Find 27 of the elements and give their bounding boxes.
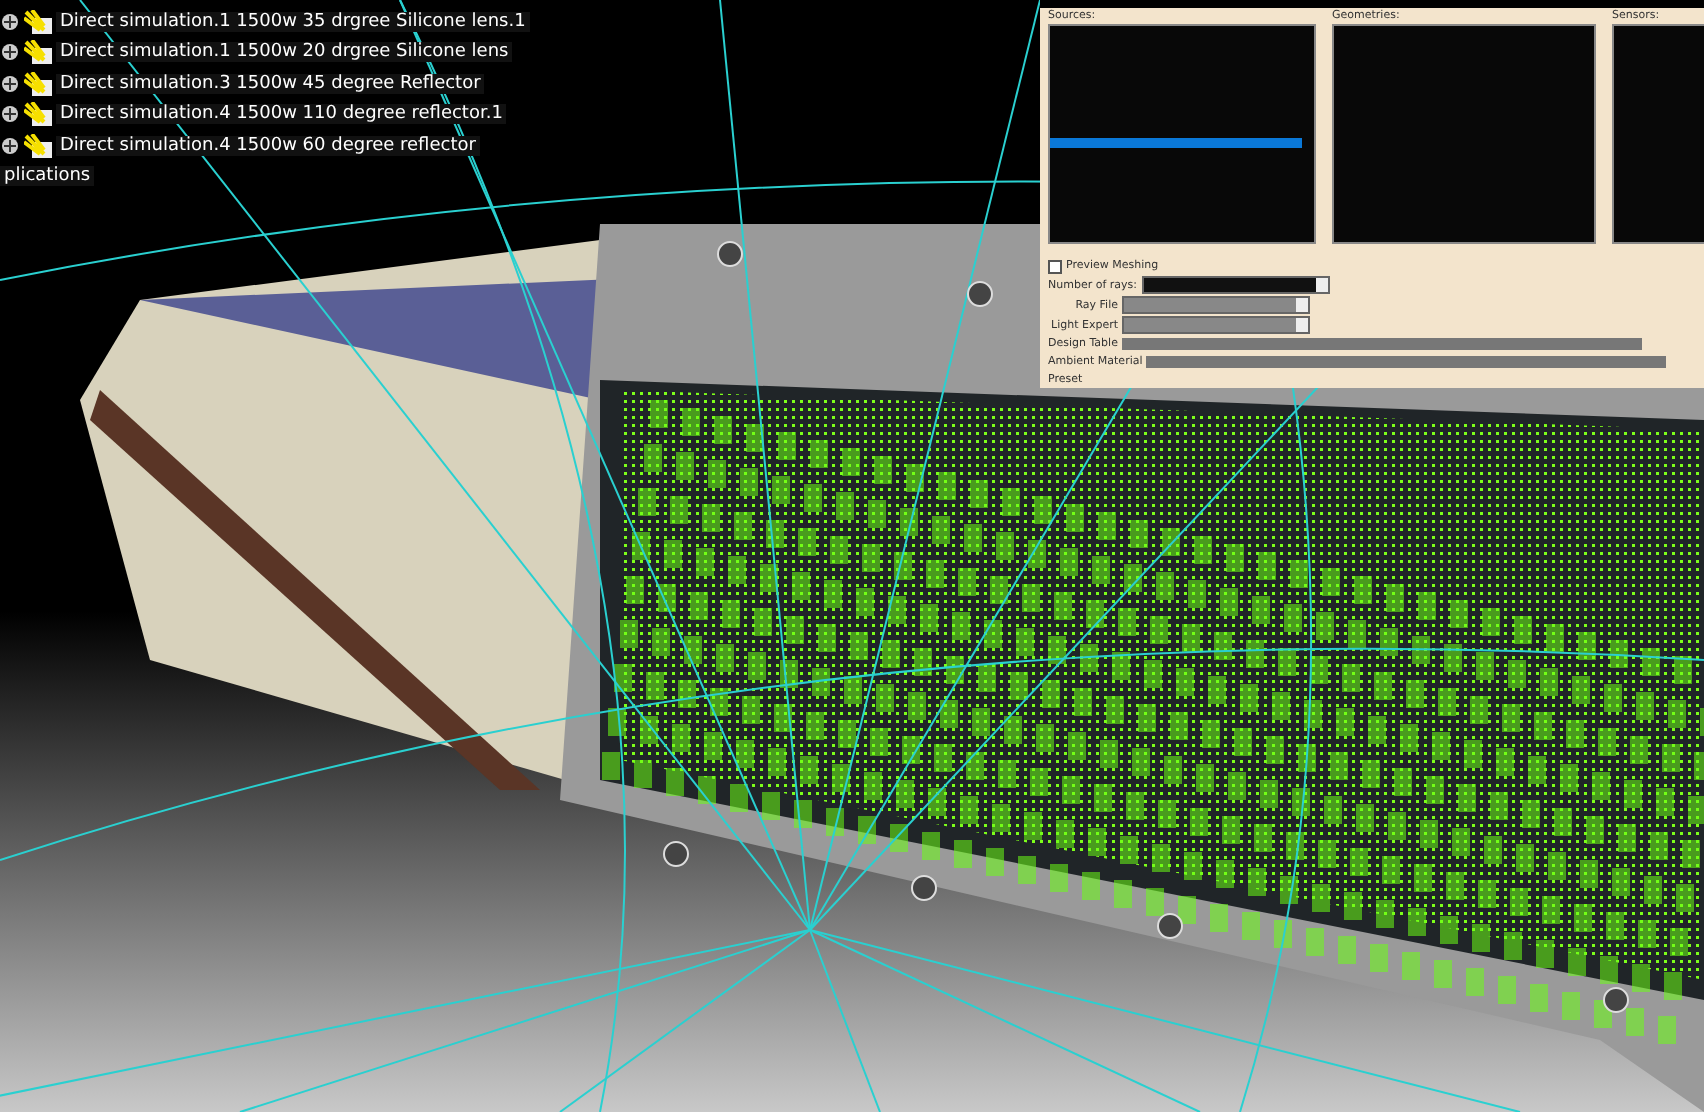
light-simulation-icon: [24, 102, 52, 127]
input-field[interactable]: [1121, 338, 1642, 350]
input-field[interactable]: [1146, 356, 1667, 368]
tree-item-label[interactable]: Direct simulation.1 1500w 35 drgree Silicone lens.1: [56, 11, 530, 32]
tree-item-label[interactable]: Direct simulation.3 1500w 45 degree Reflector: [56, 73, 485, 94]
tree-item-label[interactable]: Direct simulation.4 1500w 60 degree reflector: [56, 135, 480, 156]
light-simulation-icon: [24, 133, 52, 158]
expand-node-icon[interactable]: [0, 42, 20, 63]
expand-node-icon[interactable]: [0, 73, 20, 94]
light-simulation-icon: [24, 40, 52, 65]
expand-node-icon[interactable]: [0, 11, 20, 32]
checkbox[interactable]: [1048, 260, 1062, 274]
tree-item-label[interactable]: Direct simulation.1 1500w 20 drgree Silicone lens: [56, 42, 513, 63]
expand-node-icon[interactable]: [0, 104, 20, 125]
list-box[interactable]: [1048, 24, 1316, 244]
list-box[interactable]: [1332, 24, 1596, 244]
combo-field[interactable]: [1122, 316, 1310, 334]
screw-icon: [911, 875, 937, 901]
light-simulation-icon: [24, 9, 52, 34]
combo-field[interactable]: [1122, 296, 1310, 314]
spin-field[interactable]: [1141, 276, 1329, 294]
tree-item-label[interactable]: Direct simulation.4 1500w 110 degree reflector.1: [56, 104, 507, 125]
screw-icon: [663, 841, 689, 867]
list-box[interactable]: [1612, 24, 1704, 244]
expand-node-icon[interactable]: [0, 135, 20, 156]
tree-item-label[interactable]: plications: [0, 166, 95, 187]
light-simulation-icon: [24, 71, 52, 96]
